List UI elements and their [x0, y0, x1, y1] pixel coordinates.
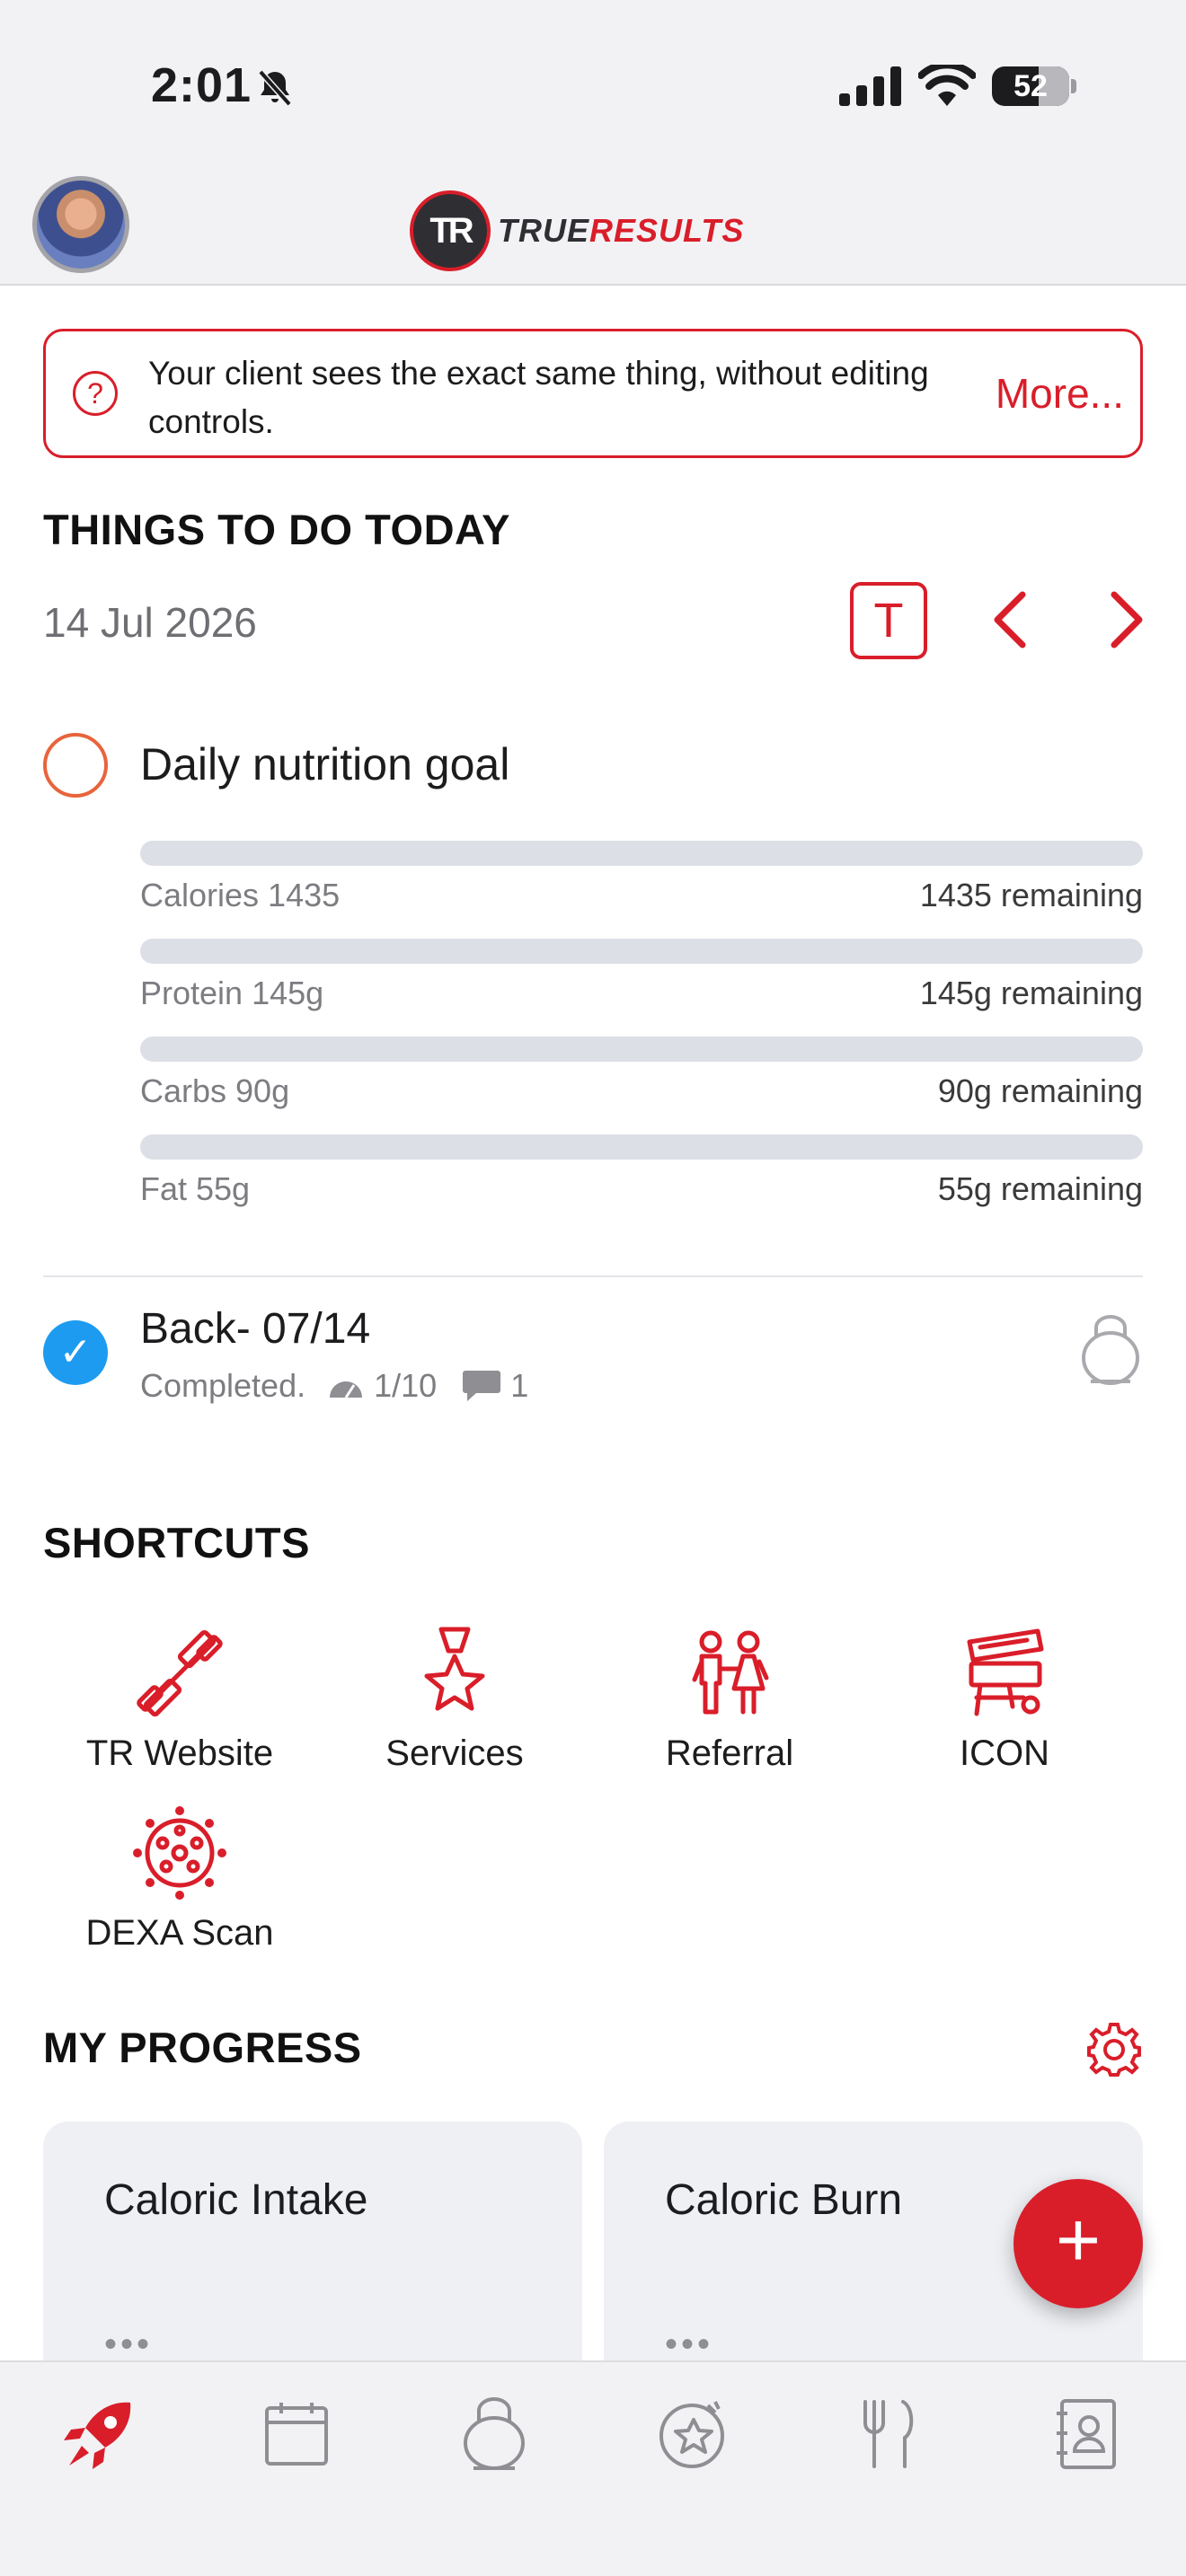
calories-progress-bar — [140, 841, 1143, 866]
workout-checkbox[interactable]: ✓ — [43, 1320, 108, 1385]
logo-text: TRUERESULTS — [498, 212, 745, 249]
tab-nutrition[interactable] — [845, 2389, 934, 2479]
divider — [43, 1275, 1143, 1277]
add-button[interactable]: + — [1013, 2179, 1143, 2308]
banner-message: Your client sees the exact same thing, w… — [148, 355, 929, 440]
contacts-icon — [1057, 2399, 1116, 2469]
tab-home[interactable] — [54, 2389, 144, 2479]
barbell-icon — [137, 1629, 223, 1717]
battery-indicator: 52 — [992, 66, 1069, 106]
progress-section-title: MY PROGRESS — [43, 2024, 362, 2071]
carbs-progress-bar — [140, 1037, 1143, 1062]
progress-settings-button[interactable] — [1085, 2021, 1143, 2083]
bell-muted-icon — [253, 66, 296, 114]
shortcut-referral[interactable]: Referral — [595, 1624, 864, 1774]
workout-title[interactable]: Back- 07/14 — [140, 1304, 370, 1354]
next-day-button[interactable] — [1107, 587, 1146, 657]
gauge-icon — [330, 1381, 363, 1398]
protein-progress-bar — [140, 939, 1143, 964]
tab-bar — [0, 2360, 1186, 2576]
chevron-right-icon — [1111, 591, 1143, 648]
virus-icon — [133, 1806, 226, 1900]
prev-day-button[interactable] — [990, 587, 1030, 657]
help-icon: ? — [73, 371, 118, 416]
app-logo: TR TRUERESULTS — [410, 190, 744, 271]
banner-more-link[interactable]: More... — [996, 369, 1124, 418]
fat-label: Fat 55g — [140, 1170, 251, 1207]
card-title: Caloric Burn — [665, 2176, 903, 2224]
card-loading-dots: ••• — [665, 2325, 714, 2364]
shortcut-label: Services — [385, 1734, 524, 1773]
nutrition-goal-checkbox[interactable] — [43, 733, 108, 798]
comment-icon — [463, 1371, 501, 1401]
nutrition-goal-title[interactable]: Daily nutrition goal — [140, 738, 509, 790]
todo-section-title: THINGS TO DO TODAY — [43, 506, 510, 553]
gear-icon — [1087, 2023, 1141, 2077]
shortcut-tr-website[interactable]: TR Website — [45, 1624, 314, 1774]
tab-contacts[interactable] — [1042, 2389, 1132, 2479]
avatar[interactable] — [32, 176, 129, 273]
kettlebell-icon — [1078, 1313, 1143, 1389]
card-title: Caloric Intake — [104, 2176, 368, 2224]
fat-remaining: 55g remaining — [937, 1170, 1143, 1207]
todo-date: 14 Jul 2026 — [43, 599, 257, 646]
workout-meta: Completed. 1/10 1 — [140, 1367, 528, 1405]
shortcut-label: Referral — [665, 1734, 794, 1773]
calories-label: Calories 1435 — [140, 877, 341, 913]
info-banner: ? Your client sees the exact same thing,… — [43, 329, 1143, 458]
cellular-signal-icon — [839, 66, 902, 110]
utensils-icon — [863, 2400, 914, 2468]
grill-icon — [967, 1628, 1044, 1716]
shortcut-icon[interactable]: ICON — [870, 1624, 1139, 1774]
status-time: 2:01 — [151, 58, 252, 112]
carbs-remaining: 90g remaining — [937, 1072, 1143, 1109]
workout-rpe: 1/10 — [374, 1367, 438, 1404]
shortcut-label: ICON — [960, 1734, 1049, 1773]
protein-remaining: 145g remaining — [919, 975, 1143, 1011]
shortcut-label: DEXA Scan — [85, 1913, 274, 1953]
kettlebell-icon — [464, 2397, 525, 2470]
badge-star-icon — [659, 2401, 724, 2468]
calories-remaining: 1435 remaining — [919, 877, 1143, 913]
today-button[interactable]: T — [850, 582, 927, 659]
tab-habits[interactable] — [647, 2389, 737, 2479]
shortcut-label: TR Website — [85, 1734, 274, 1773]
chevron-left-icon — [994, 591, 1026, 648]
medal-star-icon — [424, 1627, 485, 1711]
card-loading-dots: ••• — [104, 2325, 154, 2364]
calendar-icon — [265, 2403, 328, 2466]
tab-calendar[interactable] — [252, 2389, 341, 2479]
shortcut-dexa-scan[interactable]: DEXA Scan — [45, 1804, 314, 1954]
workout-status: Completed. — [140, 1367, 306, 1404]
tab-workouts[interactable] — [449, 2389, 539, 2479]
rocket-icon — [64, 2402, 131, 2469]
kids-icon — [692, 1630, 769, 1715]
fat-progress-bar — [140, 1134, 1143, 1160]
logo-badge: TR — [410, 190, 491, 271]
carbs-label: Carbs 90g — [140, 1072, 290, 1109]
battery-cap — [1071, 79, 1076, 93]
workout-comment-count: 1 — [510, 1367, 529, 1404]
shortcuts-section-title: SHORTCUTS — [43, 1519, 310, 1566]
shortcut-services[interactable]: Services — [320, 1624, 589, 1774]
wifi-icon — [917, 61, 977, 112]
protein-label: Protein 145g — [140, 975, 324, 1011]
